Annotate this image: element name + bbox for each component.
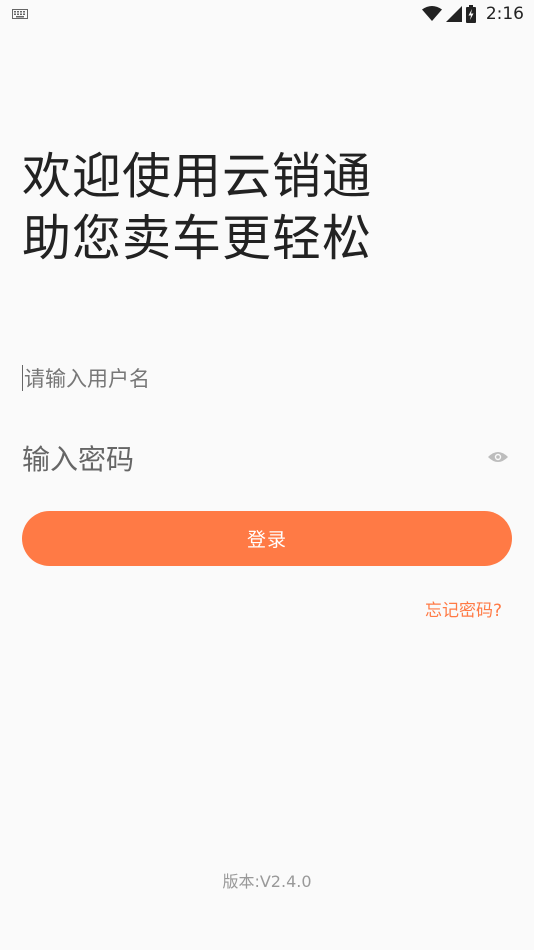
keyboard-icon (12, 9, 28, 19)
version-label: 版本:V2.4.0 (222, 872, 312, 891)
login-screen: 2:16 欢迎使用云销通 助您卖车更轻松 请输入用户名 输入密码 登录 忘记密码… (0, 0, 534, 950)
battery-charging-icon (465, 5, 476, 23)
password-placeholder: 输入密码 (22, 443, 135, 476)
forgot-password-link[interactable]: 忘记密码? (425, 596, 502, 621)
eye-icon[interactable] (488, 450, 508, 464)
signal-icon (445, 6, 462, 22)
username-placeholder: 请输入用户名 (24, 367, 150, 391)
wifi-icon (421, 6, 442, 21)
headline-line-1: 欢迎使用云销通 (22, 148, 373, 205)
status-time: 2:16 (485, 4, 524, 24)
password-input[interactable]: 输入密码 (22, 436, 512, 480)
login-button[interactable]: 登录 (22, 511, 512, 566)
headline-line-2: 助您卖车更轻松 (22, 210, 373, 267)
welcome-headline: 欢迎使用云销通 助您卖车更轻松 (22, 146, 372, 270)
status-icons: 2:16 (421, 4, 524, 24)
text-caret (22, 365, 23, 391)
status-bar: 2:16 (0, 0, 534, 28)
username-input[interactable]: 请输入用户名 (22, 362, 512, 396)
